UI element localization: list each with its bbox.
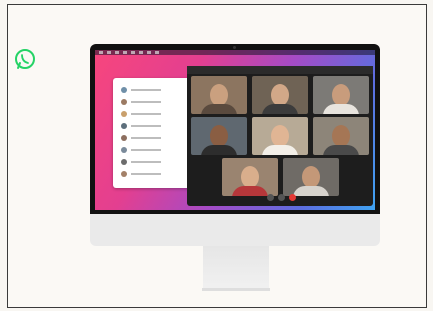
participant-tile[interactable] bbox=[222, 158, 278, 196]
participant-face bbox=[302, 166, 320, 188]
participant-tile[interactable] bbox=[252, 117, 308, 155]
chat-preview-line bbox=[131, 149, 161, 151]
participant-face bbox=[332, 84, 350, 106]
menu-bar-items bbox=[99, 51, 159, 54]
chat-list-item[interactable] bbox=[121, 122, 185, 130]
participant-tile[interactable] bbox=[313, 76, 369, 114]
chat-preview-line bbox=[131, 137, 161, 139]
video-button[interactable] bbox=[278, 194, 285, 201]
participant-body bbox=[262, 145, 298, 155]
avatar bbox=[121, 99, 127, 105]
call-controls bbox=[267, 194, 297, 202]
whatsapp-icon bbox=[15, 49, 35, 69]
video-call-window bbox=[187, 66, 373, 206]
participant-tile[interactable] bbox=[191, 76, 247, 114]
chat-list-window bbox=[113, 78, 193, 188]
participant-tile[interactable] bbox=[191, 117, 247, 155]
participant-face bbox=[210, 84, 228, 106]
participant-body bbox=[201, 104, 237, 114]
menu-bar bbox=[95, 50, 375, 55]
chat-list-item[interactable] bbox=[121, 158, 185, 166]
avatar bbox=[121, 171, 127, 177]
avatar bbox=[121, 123, 127, 129]
chat-preview-line bbox=[131, 161, 161, 163]
participant-face bbox=[332, 125, 350, 147]
avatar bbox=[121, 135, 127, 141]
participant-tile[interactable] bbox=[252, 76, 308, 114]
participant-body bbox=[293, 186, 329, 196]
participant-face bbox=[271, 125, 289, 147]
participant-body bbox=[201, 145, 237, 155]
participant-body bbox=[262, 104, 298, 114]
chat-preview-line bbox=[131, 101, 161, 103]
avatar bbox=[121, 111, 127, 117]
avatar bbox=[121, 147, 127, 153]
participant-body bbox=[323, 104, 359, 114]
avatar bbox=[121, 87, 127, 93]
participant-face bbox=[241, 166, 259, 188]
chat-preview-line bbox=[131, 173, 161, 175]
avatar bbox=[121, 159, 127, 165]
imac-chin bbox=[90, 214, 380, 246]
imac-screen bbox=[90, 44, 380, 214]
participant-tile[interactable] bbox=[283, 158, 339, 196]
imac-stand bbox=[203, 246, 269, 290]
chat-list-item[interactable] bbox=[121, 146, 185, 154]
participant-face bbox=[210, 125, 228, 147]
end-call-button[interactable] bbox=[289, 194, 296, 201]
participant-body bbox=[232, 186, 268, 196]
chat-list-item[interactable] bbox=[121, 110, 185, 118]
participant-face bbox=[271, 84, 289, 106]
chat-list-item[interactable] bbox=[121, 134, 185, 142]
call-title-bar bbox=[187, 66, 373, 74]
chat-list-item[interactable] bbox=[121, 98, 185, 106]
desktop-wallpaper bbox=[95, 50, 375, 210]
image-frame bbox=[7, 4, 427, 308]
mic-button[interactable] bbox=[267, 194, 274, 201]
chat-preview-line bbox=[131, 125, 161, 127]
chat-preview-line bbox=[131, 113, 161, 115]
imac-stand-base bbox=[202, 288, 270, 291]
participant-tile[interactable] bbox=[313, 117, 369, 155]
participant-body bbox=[323, 145, 359, 155]
chat-list-item[interactable] bbox=[121, 86, 185, 94]
chat-list-item[interactable] bbox=[121, 170, 185, 178]
camera-dot bbox=[233, 46, 236, 49]
chat-preview-line bbox=[131, 89, 161, 91]
